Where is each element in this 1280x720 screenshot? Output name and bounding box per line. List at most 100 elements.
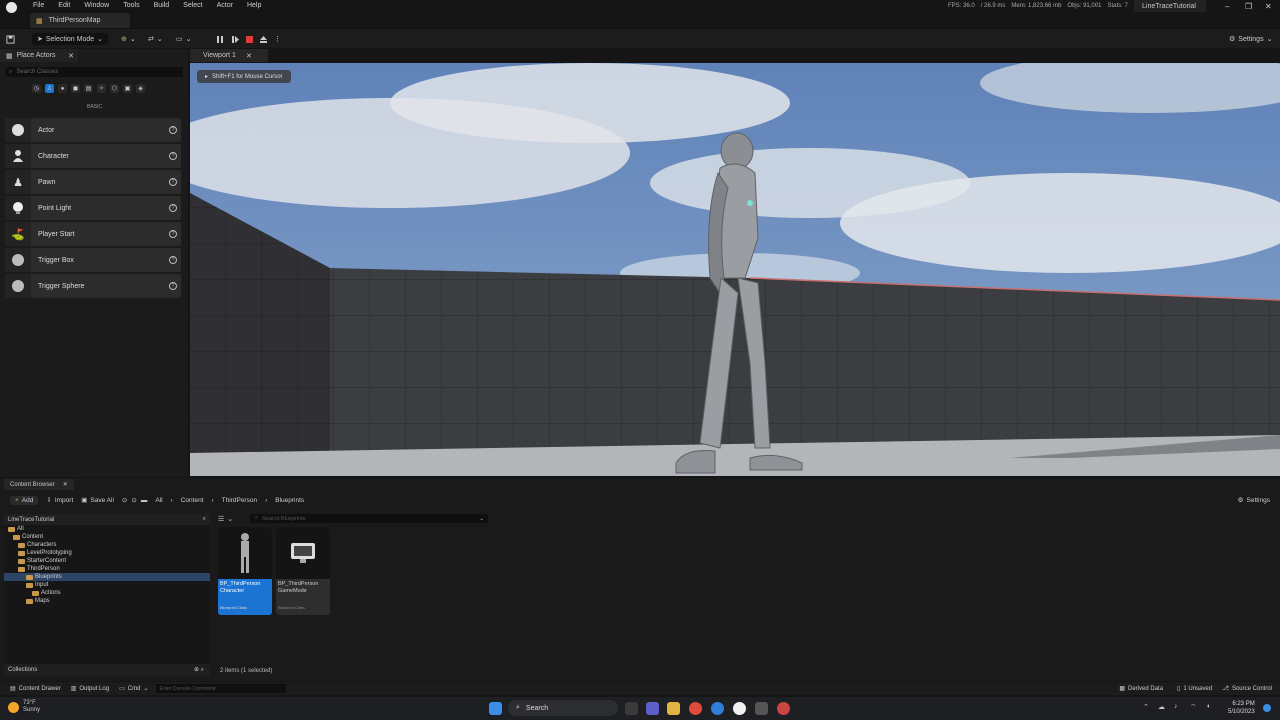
actor-item-trigger-sphere[interactable]: Trigger Sphere ? (5, 274, 181, 298)
derived-data-button[interactable]: ▦ Derived Data (1119, 685, 1163, 693)
windows-start-icon[interactable] (489, 702, 502, 715)
close-tab-icon[interactable]: ✕ (68, 52, 74, 60)
tree-item-levelprototyping[interactable]: LevelPrototyping (4, 549, 210, 557)
help-icon[interactable]: ? (169, 126, 177, 134)
breadcrumb-content[interactable]: Content (181, 497, 204, 504)
tree-item-input[interactable]: Input (4, 581, 210, 589)
taskbar-search[interactable]: ⌕ Search (508, 700, 618, 716)
volume-icon[interactable]: ◖ (1206, 703, 1210, 710)
chrome-icon[interactable] (689, 702, 702, 715)
blueprints-button[interactable]: ⇄ ⌄ (148, 33, 163, 45)
basic-category-icon[interactable]: ♙ (45, 84, 54, 93)
file-explorer-icon[interactable] (667, 702, 680, 715)
menu-select[interactable]: Select (183, 2, 202, 9)
eject-button[interactable] (259, 33, 268, 45)
help-icon[interactable]: ? (169, 204, 177, 212)
filter-button[interactable]: ☰ ⌄ (218, 514, 233, 523)
tree-item-characters[interactable]: Characters (4, 541, 210, 549)
app-icon[interactable] (755, 702, 768, 715)
menu-tools[interactable]: Tools (123, 2, 139, 9)
content-browser-tab[interactable]: Content Browser ✕ (4, 479, 74, 490)
menu-actor[interactable]: Actor (217, 2, 233, 9)
actor-item-player-start[interactable]: ⛳ Player Start ? (5, 222, 181, 246)
minimize-icon[interactable]: – (1225, 2, 1229, 11)
menu-help[interactable]: Help (247, 2, 261, 9)
help-icon[interactable]: ? (169, 230, 177, 238)
cloud-icon[interactable]: ☁ (1158, 703, 1165, 711)
recorder-icon[interactable] (777, 702, 790, 715)
output-log-button[interactable]: ▥ Output Log (71, 685, 109, 693)
notification-icon[interactable] (1263, 704, 1271, 712)
viewport-tab[interactable]: Viewport 1 ✕ (190, 49, 268, 62)
import-button[interactable]: ⇩ Import (46, 496, 73, 505)
recent-icon[interactable]: ◷ (32, 84, 41, 93)
add-button[interactable]: + Add (10, 495, 39, 505)
weather-widget[interactable]: 73°F Sunny (8, 700, 40, 714)
help-icon[interactable]: ? (169, 152, 177, 160)
folder-icon[interactable]: ▬ (141, 497, 148, 504)
save-all-button[interactable]: ▣ Save All (81, 496, 114, 505)
content-settings-button[interactable]: ⚙ Settings (1238, 496, 1270, 505)
tree-item-thirdperson[interactable]: ThirdPerson (4, 565, 210, 573)
edge-icon[interactable] (711, 702, 724, 715)
geometry-icon[interactable]: ⬡ (110, 84, 119, 93)
tree-item-content[interactable]: Content (4, 533, 210, 541)
add-content-button[interactable]: ⊕ ⌄ (121, 33, 136, 45)
unreal-logo-icon[interactable] (6, 2, 17, 13)
menu-build[interactable]: Build (154, 2, 170, 9)
selection-mode-dropdown[interactable]: ➤ Selection Mode ⌄ (32, 33, 109, 45)
more-options-icon[interactable]: ⋮ (274, 33, 281, 45)
volumes-icon[interactable]: ▣ (123, 84, 132, 93)
stop-button[interactable] (245, 33, 254, 45)
teams-icon[interactable] (646, 702, 659, 715)
cmd-dropdown[interactable]: ▭ Cmd ⌄ (119, 685, 148, 693)
history-forward-icon[interactable]: ⊙ (131, 496, 136, 504)
unreal-editor-icon[interactable] (733, 702, 746, 715)
console-command-input[interactable]: Enter Console Command (156, 684, 287, 693)
level-viewport[interactable]: ▸ Shift+F1 for Mouse Cursor (190, 63, 1280, 476)
history-back-icon[interactable]: ⊙ (122, 496, 127, 504)
pause-button[interactable] (216, 33, 224, 45)
add-collection-icon[interactable]: ⊕ ⌕ (194, 666, 204, 674)
menu-edit[interactable]: Edit (58, 2, 70, 9)
cinematic-category-icon[interactable]: ▤ (84, 84, 93, 93)
content-drawer-button[interactable]: ▤ Content Drawer (10, 685, 61, 693)
actor-item-trigger-box[interactable]: Trigger Box ? (5, 248, 181, 272)
settings-button[interactable]: ⚙ Settings ⌄ (1229, 33, 1272, 45)
map-tab[interactable]: ▦ ThirdPersonMap (30, 13, 130, 28)
tree-item-maps[interactable]: Maps (4, 597, 210, 605)
maximize-icon[interactable]: ❐ (1245, 2, 1252, 11)
save-icon[interactable] (6, 33, 15, 45)
actor-item-point-light[interactable]: Point Light ? (5, 196, 181, 220)
asset-tile-gamemode[interactable]: BP_ThirdPerson GameMode Blueprint Class (276, 527, 330, 615)
search-classes-input[interactable]: ⌕ Search Classes (5, 67, 183, 77)
all-classes-icon[interactable]: ◈ (136, 84, 145, 93)
actor-item-character[interactable]: Character ? (5, 144, 181, 168)
search-blueprints-input[interactable]: ⌕ Search Blueprints ⌄ (250, 514, 488, 523)
help-icon[interactable]: ? (169, 178, 177, 186)
visual-effects-icon[interactable]: ✧ (97, 84, 106, 93)
collections-header[interactable]: Collections ⊕ ⌕ (4, 664, 210, 676)
breadcrumb-all[interactable]: All (155, 497, 162, 504)
menu-window[interactable]: Window (84, 2, 109, 9)
unsaved-button[interactable]: ▯ 1 Unsaved (1177, 685, 1212, 693)
cinematics-button[interactable]: ▭ ⌄ (176, 33, 192, 45)
tree-item-all[interactable]: All (4, 525, 210, 533)
speaker-icon[interactable]: ♪ (1174, 703, 1178, 710)
shapes-category-icon[interactable]: ◼ (71, 84, 80, 93)
step-button[interactable] (231, 33, 239, 45)
close-tab-icon[interactable]: ✕ (63, 481, 68, 488)
breadcrumb-blueprints[interactable]: Blueprints (275, 497, 304, 504)
close-icon[interactable]: ✕ (1265, 2, 1272, 11)
chevron-up-icon[interactable]: ⌃ (1143, 703, 1149, 711)
task-view-icon[interactable] (625, 702, 638, 715)
network-icon[interactable]: ⌔ (1190, 703, 1197, 712)
close-tab-icon[interactable]: ✕ (246, 52, 252, 60)
asset-tile-character[interactable]: BP_ThirdPerson Character Blueprint Class (218, 527, 272, 615)
help-icon[interactable]: ? (169, 282, 177, 290)
search-icon[interactable]: ⌕ (203, 516, 206, 523)
tree-item-blueprints[interactable]: Blueprints (4, 573, 210, 581)
actor-item-pawn[interactable]: ♟ Pawn ? (5, 170, 181, 194)
system-clock[interactable]: 6:23 PM 5/10/2023 (1228, 700, 1255, 716)
menu-file[interactable]: File (33, 2, 44, 9)
